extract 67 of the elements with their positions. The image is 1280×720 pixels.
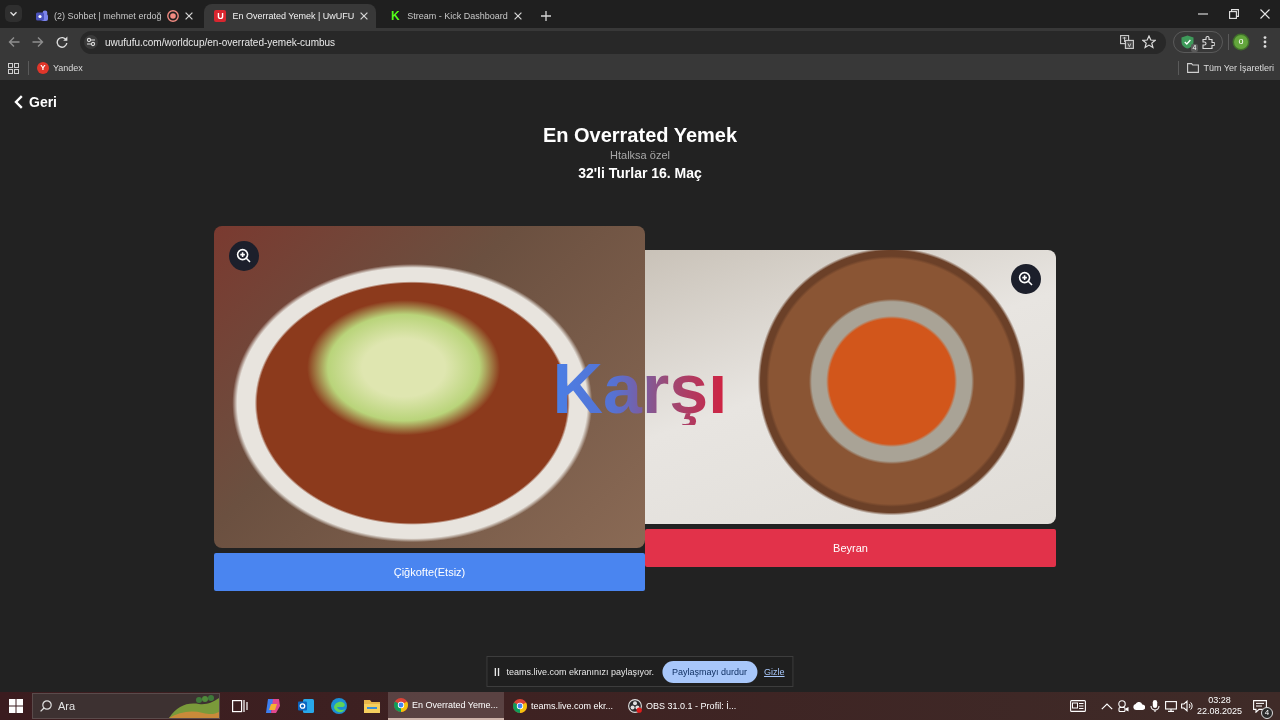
translate-icon[interactable] xyxy=(1120,35,1134,49)
choice-button[interactable]: Beyran xyxy=(645,529,1056,567)
page-title: En Overrated Yemek xyxy=(542,123,738,147)
meeting-icon[interactable] xyxy=(1116,700,1129,712)
close-icon[interactable] xyxy=(360,12,369,20)
round-label: 32'li Turlar 16. Maç xyxy=(578,164,702,182)
browser-logo-icon xyxy=(513,699,528,713)
taskbar-window-button[interactable]: OBS 31.0.1 - Profil: İ... xyxy=(622,692,743,720)
cloud-icon[interactable] xyxy=(1132,702,1145,710)
restore-icon[interactable] xyxy=(1229,9,1239,19)
search-icon xyxy=(40,700,52,712)
ribbon-logo-icon[interactable] xyxy=(265,698,281,714)
site-logo: K xyxy=(389,10,401,22)
mail-app-icon[interactable] xyxy=(298,698,314,714)
hide-link[interactable]: Gizle xyxy=(764,666,785,677)
landscape-illustration xyxy=(169,694,219,718)
bookmark-link[interactable]: Y Yandex xyxy=(33,62,87,74)
folder-icon[interactable] xyxy=(364,699,380,713)
speaker-icon[interactable] xyxy=(1180,700,1193,712)
back-arrow-icon[interactable] xyxy=(8,36,20,48)
more-menu-icon[interactable] xyxy=(1263,36,1267,48)
site-logo: Y xyxy=(37,62,49,74)
back-link[interactable]: Geri xyxy=(14,93,57,111)
forward-arrow-icon[interactable] xyxy=(32,36,44,48)
new-tab-icon[interactable] xyxy=(540,11,551,21)
taskbar-window-button[interactable]: En Overrated Yeme... xyxy=(388,692,505,720)
star-icon[interactable] xyxy=(1142,35,1156,49)
close-icon[interactable] xyxy=(1260,9,1270,19)
task-view-icon[interactable] xyxy=(232,698,248,714)
notification-badge: 4 xyxy=(1261,706,1273,719)
recorder-logo-icon xyxy=(628,699,643,713)
folder-icon xyxy=(1187,63,1200,73)
all-bookmarks-button[interactable]: Tüm Yer İşaretleri xyxy=(1187,63,1274,73)
close-icon[interactable] xyxy=(185,12,194,20)
chevron-left-icon xyxy=(14,95,23,109)
notification-icon[interactable] xyxy=(1253,699,1267,713)
clock-time: 03:28 xyxy=(1208,695,1231,706)
apps-grid-icon[interactable] xyxy=(8,62,19,74)
browser-logo-icon xyxy=(394,698,408,712)
chat-app-icon xyxy=(36,10,48,22)
pause-icon xyxy=(494,667,500,676)
zoom-in-icon[interactable] xyxy=(229,241,259,271)
wave-logo-icon[interactable] xyxy=(331,698,347,714)
stop-sharing-button[interactable]: Paylaşmayı durdur xyxy=(662,660,758,683)
reload-icon[interactable] xyxy=(56,36,68,48)
close-icon[interactable] xyxy=(513,12,522,20)
tab-search-icon[interactable] xyxy=(5,5,22,22)
browser-tab[interactable]: U En Overrated Yemek | UwUFU xyxy=(204,4,377,28)
tune-icon[interactable] xyxy=(84,35,98,49)
chevron-up-icon[interactable] xyxy=(1100,702,1113,710)
news-widget-icon[interactable] xyxy=(1069,700,1086,712)
taskbar-window-button[interactable]: teams.live.com ekr... xyxy=(507,692,620,720)
subtitle: Htalksa özel xyxy=(610,148,670,162)
clock-date: 22.08.2025 xyxy=(1196,706,1242,717)
browser-tab[interactable]: K Stream - Kick Dashboard xyxy=(379,4,530,28)
site-logo: U xyxy=(214,10,227,22)
share-message: teams.live.com ekranınızı paylaşıyor. xyxy=(506,666,654,677)
microphone-icon[interactable] xyxy=(1148,700,1161,712)
puzzle-icon[interactable] xyxy=(1202,35,1215,49)
clock[interactable]: 03:28 22.08.2025 xyxy=(1196,695,1242,717)
network-icon[interactable] xyxy=(1164,700,1177,712)
zoom-in-icon[interactable] xyxy=(1011,264,1041,294)
choice-button[interactable]: Çiğkofte(Etsiz) xyxy=(214,553,645,591)
start-icon[interactable] xyxy=(9,699,23,713)
address-bar[interactable]: uwufufu.com/worldcup/en-overrated-yemek-cumbus xyxy=(80,30,1166,54)
shield-icon[interactable] xyxy=(1181,35,1194,49)
browser-tab[interactable]: (2) Sohbet | mehmet erdoğ xyxy=(26,4,202,28)
